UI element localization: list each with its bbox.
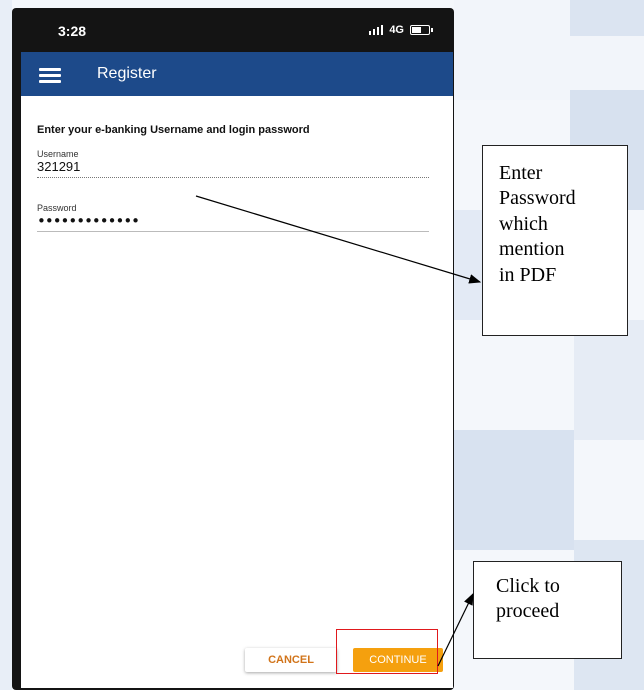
- proceed-arrow: [437, 592, 474, 667]
- password-arrow: [195, 195, 482, 284]
- annotation-arrows: [195, 195, 482, 667]
